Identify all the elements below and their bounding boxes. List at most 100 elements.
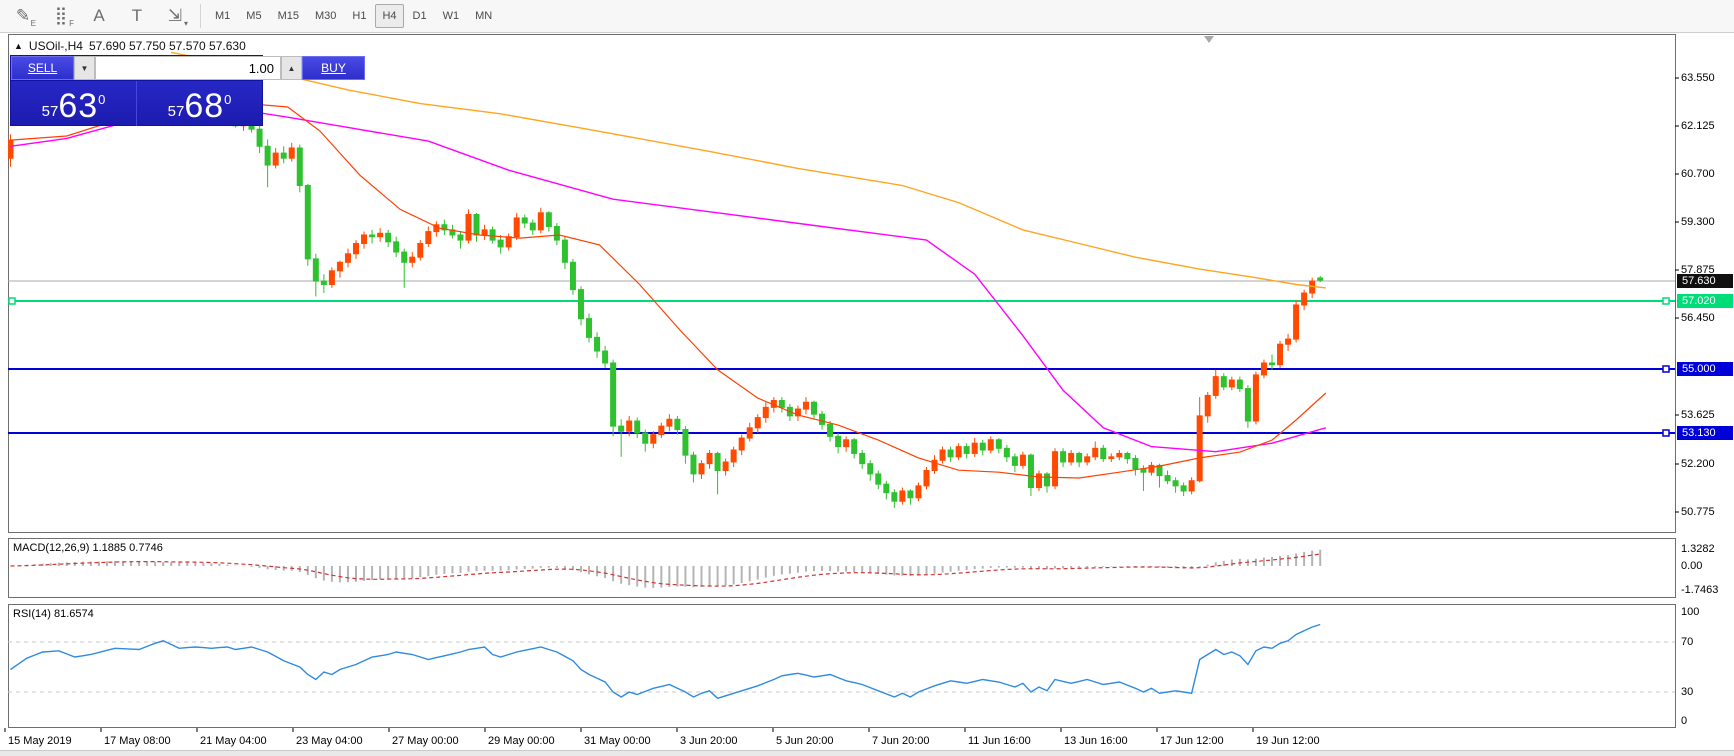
candle [650,434,657,444]
candle [1044,473,1051,487]
candle [545,212,552,227]
candle [1019,454,1026,466]
candle [489,229,496,241]
chart-header: ▲ USOil-,H4 57.690 57.750 57.570 57.630 [14,39,246,53]
candle [746,427,753,439]
candle [425,231,432,245]
candle [521,217,528,224]
price-tick-label: 60.700 [1681,168,1715,180]
candle [1108,456,1115,460]
candle [393,241,400,253]
trading-terminal-window: ✎ E ⣿ F A T ⇲ ▾ M1 M5 M15 M30 H1 H4 D1 W1 MN ▲ USOil-,H… [0,0,1734,756]
candle [369,234,376,238]
rsi-label: RSI(14) 81.6574 [13,608,94,620]
candle [1164,475,1171,482]
candle [754,417,761,429]
candle [843,439,850,448]
hline-handle[interactable] [1662,365,1670,373]
macd-layer [10,549,1322,588]
time-tick-label: 23 May 04:00 [296,735,363,747]
candle [1132,458,1139,470]
time-tick-label: 7 Jun 20:00 [872,735,930,747]
candle [529,222,536,231]
price-badge[interactable]: 55.000 [1677,362,1733,376]
candle [947,449,954,458]
candle [666,418,673,427]
candle [867,463,874,475]
candle [955,446,962,458]
price-tick-label: 59.300 [1681,216,1715,228]
candle [256,128,263,147]
price-badge[interactable]: 57.630 [1677,274,1733,288]
price-tick-label: 50.775 [1681,506,1715,518]
candle [1196,415,1203,482]
collapse-panel-icon[interactable]: ▲ [14,41,23,51]
candle [1277,343,1284,366]
rsi-tick-label: 100 [1681,606,1700,618]
hline-handle[interactable] [1662,297,1670,305]
time-tick-label: 15 May 2019 [8,735,72,747]
candle [778,400,785,408]
buy-price-sup: 0 [224,92,232,107]
buy-price-display[interactable]: 57 68 0 [137,81,262,126]
volume-increase-button[interactable]: ▲ [281,56,302,80]
candle [1228,379,1235,388]
hline-handle[interactable] [8,297,16,305]
candle [899,490,906,502]
candle [698,463,705,475]
price-badge[interactable]: 57.020 [1677,294,1733,308]
candle [642,432,649,444]
price-tick-label: 63.550 [1681,72,1715,84]
time-tick-label: 17 Jun 12:00 [1160,735,1224,747]
candle [312,258,319,282]
candle [714,452,721,471]
candle [481,229,488,236]
sell-price-display[interactable]: 57 63 0 [11,81,137,126]
candle [883,483,890,494]
candle [272,152,279,166]
candle [513,217,520,238]
candle [1244,388,1251,422]
candle [1092,447,1099,458]
candle [1035,473,1042,489]
candle [730,449,737,463]
candle [602,350,609,364]
rsi-line [10,623,1321,700]
volume-decrease-button[interactable]: ▼ [74,56,95,80]
time-tick-label: 31 May 00:00 [584,735,651,747]
candle [353,243,360,255]
candle [819,413,826,425]
candle [328,270,335,285]
time-tick-label: 17 May 08:00 [104,735,171,747]
sell-button[interactable]: SELL [11,56,74,80]
candle [409,256,416,263]
candle [979,442,986,451]
candle [1301,292,1308,306]
chart-shift-marker-icon[interactable] [1204,36,1214,43]
candle [1172,480,1179,487]
hline-handle[interactable] [1662,429,1670,437]
candle [569,261,576,291]
candle [827,423,834,437]
time-tick-label: 11 Jun 16:00 [968,735,1031,747]
rsi-layer [8,623,1675,700]
candle [618,425,625,432]
candle [706,452,713,465]
candle [288,147,295,159]
buy-button[interactable]: BUY [302,56,365,80]
candle [457,234,464,241]
candle [762,406,769,419]
price-badge[interactable]: 53.130 [1677,426,1733,440]
candle [1236,379,1243,390]
candle [465,214,472,241]
ohlc-values: 57.690 57.750 57.570 57.630 [88,39,246,53]
candle [610,362,617,427]
candle [1188,480,1195,492]
time-tick-label: 21 May 04:00 [200,735,267,747]
rsi-tick-label: 0 [1681,715,1688,727]
volume-input[interactable] [95,56,281,80]
buy-price-big: 68 [184,87,225,126]
candle [1260,362,1267,376]
candle [561,239,568,263]
time-tick-label: 13 Jun 16:00 [1064,735,1128,747]
